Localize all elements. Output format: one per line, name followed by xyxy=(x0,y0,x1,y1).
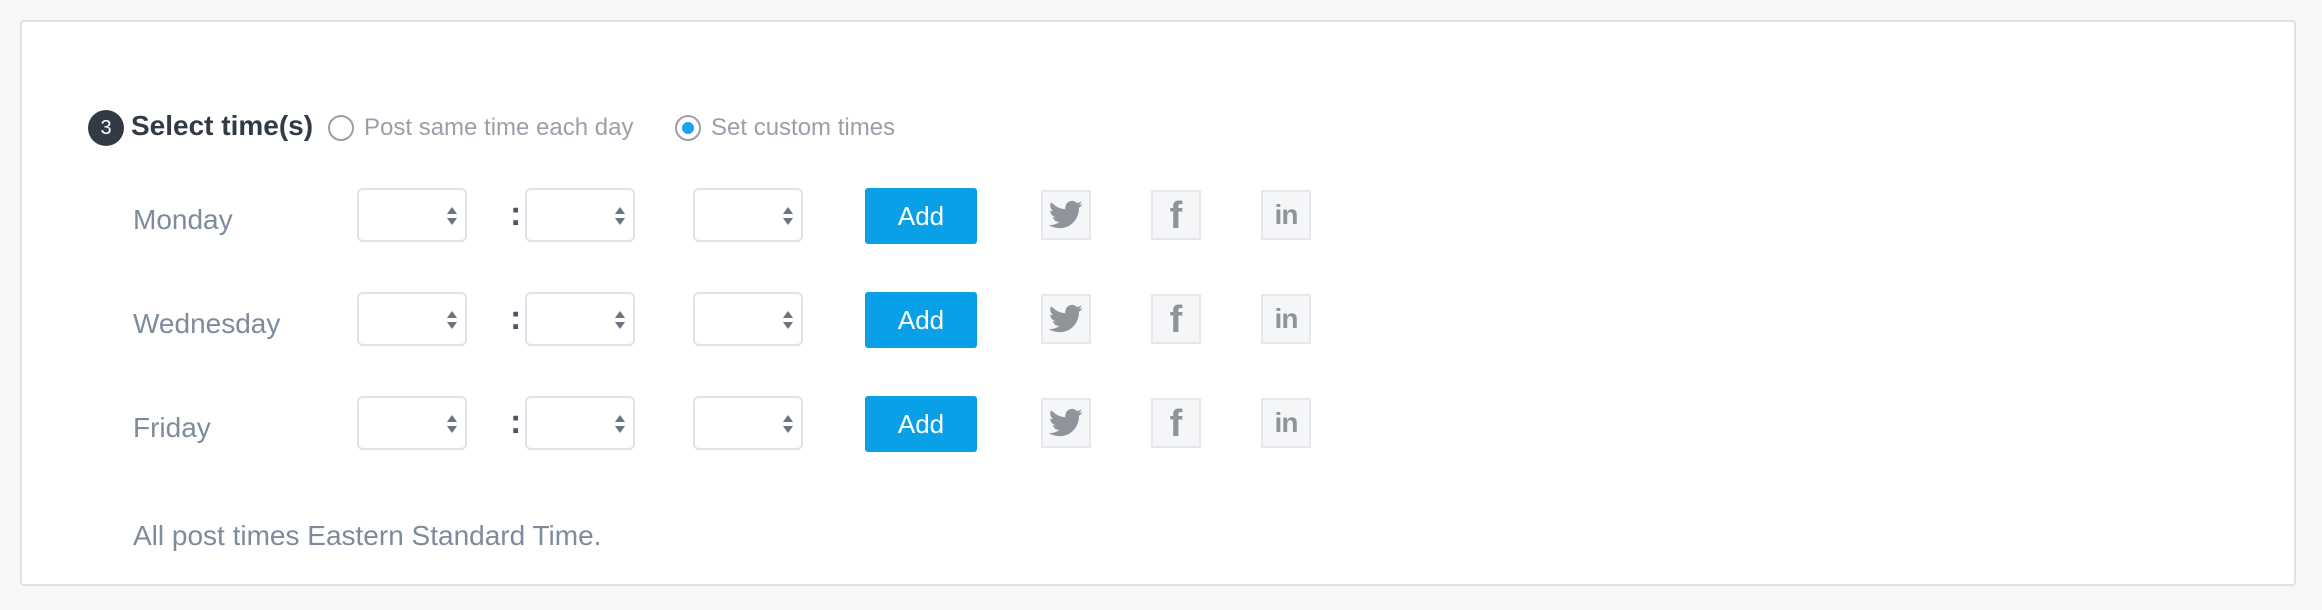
twitter-icon xyxy=(1049,304,1083,333)
select-arrows-icon xyxy=(783,412,793,438)
facebook-toggle[interactable]: f xyxy=(1151,190,1201,240)
facebook-toggle[interactable]: f xyxy=(1151,294,1201,344)
day-label: Wednesday xyxy=(133,308,281,339)
hour-select[interactable] xyxy=(357,292,467,346)
time-separator: : xyxy=(510,195,522,233)
select-arrows-icon xyxy=(783,204,793,230)
select-arrows-icon xyxy=(615,204,625,230)
linkedin-icon: in xyxy=(1274,303,1299,334)
day-row-friday: Friday : Add f in xyxy=(22,396,2294,454)
facebook-icon: f xyxy=(1169,299,1183,341)
twitter-toggle[interactable] xyxy=(1041,190,1091,240)
linkedin-icon: in xyxy=(1274,407,1299,438)
select-times-card: 3 Select time(s) Post same time each day… xyxy=(20,20,2296,586)
linkedin-icon: in xyxy=(1274,199,1299,230)
add-time-button[interactable]: Add xyxy=(865,188,977,244)
linkedin-toggle[interactable]: in xyxy=(1261,190,1311,240)
select-arrows-icon xyxy=(447,412,457,438)
facebook-icon: f xyxy=(1169,403,1183,445)
radio-label-custom-times: Set custom times xyxy=(711,114,896,141)
minute-select[interactable] xyxy=(525,292,635,346)
day-row-wednesday: Wednesday : Add f in xyxy=(22,292,2294,350)
select-arrows-icon xyxy=(783,308,793,334)
twitter-toggle[interactable] xyxy=(1041,294,1091,344)
minute-select[interactable] xyxy=(525,188,635,242)
ampm-select[interactable] xyxy=(693,292,803,346)
day-row-monday: Monday : Add f in xyxy=(22,188,2294,246)
section-title: Select time(s) xyxy=(131,110,314,141)
select-arrows-icon xyxy=(447,204,457,230)
twitter-toggle[interactable] xyxy=(1041,398,1091,448)
select-arrows-icon xyxy=(615,308,625,334)
minute-select[interactable] xyxy=(525,396,635,450)
day-label: Monday xyxy=(133,204,233,235)
hour-select[interactable] xyxy=(357,188,467,242)
step-number-badge: 3 xyxy=(88,110,124,146)
radio-label-same-time: Post same time each day xyxy=(364,114,634,141)
radio-unchecked-icon[interactable] xyxy=(328,115,354,141)
ampm-select[interactable] xyxy=(693,396,803,450)
ampm-select[interactable] xyxy=(693,188,803,242)
radio-checked-icon[interactable] xyxy=(675,115,701,141)
time-separator: : xyxy=(510,299,522,337)
add-time-button[interactable]: Add xyxy=(865,396,977,452)
timezone-note: All post times Eastern Standard Time. xyxy=(133,520,602,551)
radio-set-custom-times[interactable]: Set custom times xyxy=(675,110,895,146)
add-time-button[interactable]: Add xyxy=(865,292,977,348)
twitter-icon xyxy=(1049,200,1083,229)
linkedin-toggle[interactable]: in xyxy=(1261,294,1311,344)
linkedin-toggle[interactable]: in xyxy=(1261,398,1311,448)
hour-select[interactable] xyxy=(357,396,467,450)
select-arrows-icon xyxy=(615,412,625,438)
facebook-toggle[interactable]: f xyxy=(1151,398,1201,448)
select-arrows-icon xyxy=(447,308,457,334)
day-label: Friday xyxy=(133,412,211,443)
radio-post-same-time[interactable]: Post same time each day xyxy=(328,110,633,146)
time-separator: : xyxy=(510,403,522,441)
facebook-icon: f xyxy=(1169,195,1183,237)
twitter-icon xyxy=(1049,408,1083,437)
